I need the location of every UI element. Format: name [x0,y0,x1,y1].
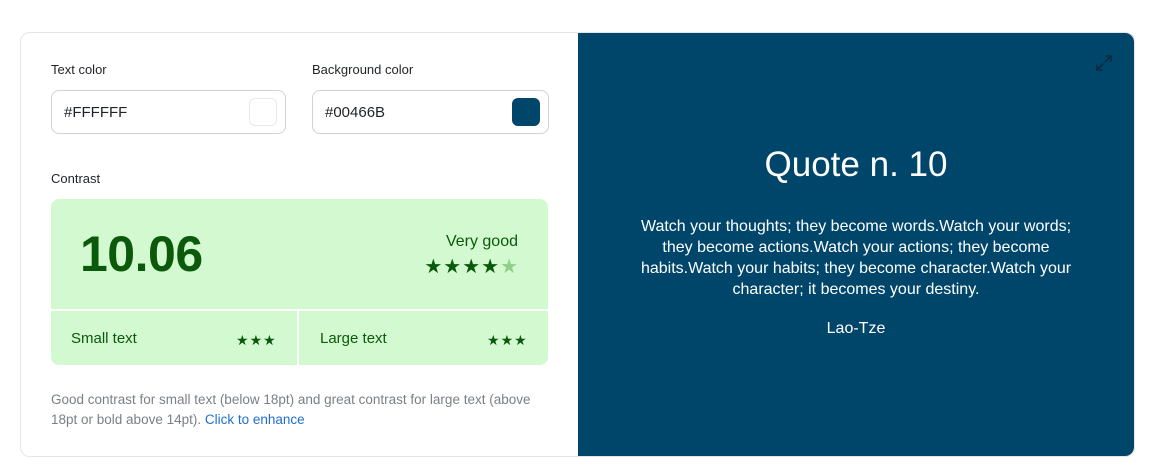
text-color-label: Text color [51,62,107,77]
background-color-input[interactable] [325,102,495,122]
divider [51,309,548,311]
rating-text: Very good [445,233,518,250]
text-color-swatch[interactable] [249,98,277,126]
rating-stars: ★★★★★ [424,257,519,277]
text-color-input[interactable] [64,102,234,122]
contrast-label: Contrast [51,171,101,186]
background-color-swatch[interactable] [512,98,540,126]
small-text-label: Small text [71,330,137,347]
text-color-field[interactable] [51,90,286,134]
preview-panel: Quote n. 10 Watch your thoughts; they be… [578,33,1134,456]
star-icon: ★ [481,256,501,278]
quote-text: Watch your thoughts; they become words.W… [640,218,1072,298]
quote-title: Quote n. 10 [764,145,948,184]
star-empty-icon: ★ [500,256,519,278]
star-icon: ★ [424,256,444,278]
star-icon: ★ [236,332,250,348]
enhance-link[interactable]: Click to enhance [205,412,305,427]
star-icon: ★ [514,332,528,348]
background-color-field[interactable] [312,90,549,134]
star-icon: ★ [263,332,277,348]
divider [297,309,299,365]
settings-panel: Text color Background color Contrast 10.… [21,33,578,456]
contrast-result-box: 10.06 Very good ★★★★★ Small text ★★★ Lar… [51,199,548,365]
star-icon: ★ [443,256,463,278]
background-color-label: Background color [312,62,414,77]
quote-author: Lao-Tze [826,320,886,337]
contrast-checker-card: Text color Background color Contrast 10.… [20,32,1135,457]
star-icon: ★ [462,256,482,278]
large-text-label: Large text [320,330,387,347]
star-icon: ★ [487,332,501,348]
large-text-stars: ★★★ [487,332,528,349]
contrast-ratio: 10.06 [80,226,203,282]
star-icon: ★ [249,332,264,348]
small-text-stars: ★★★ [236,332,277,349]
star-icon: ★ [500,332,515,348]
expand-icon[interactable] [1094,53,1114,73]
contrast-helper-text: Good contrast for small text (below 18pt… [51,390,551,430]
